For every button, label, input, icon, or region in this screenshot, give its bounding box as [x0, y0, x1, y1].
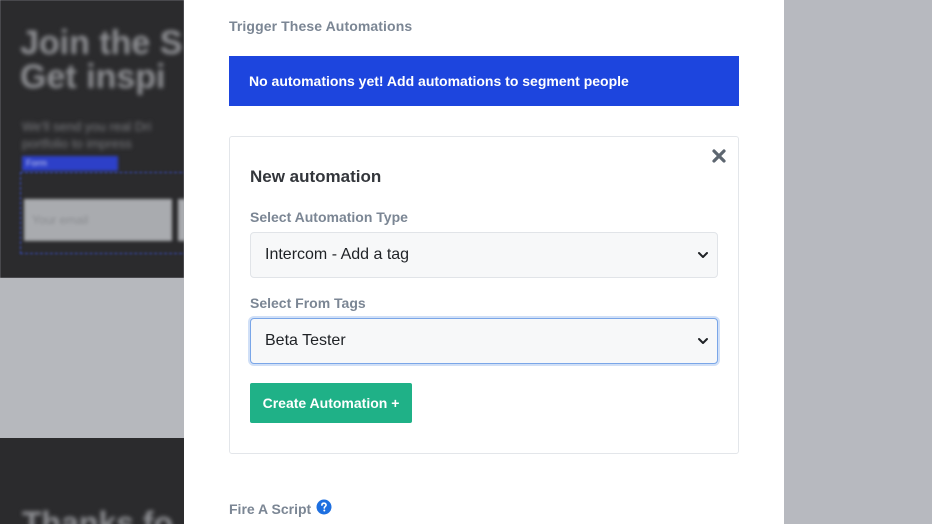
background-subtext: We'll send you real Dri portfolio to imp… — [22, 119, 152, 151]
tags-select[interactable]: Beta Tester — [250, 318, 718, 364]
background-form-toolbar: Form — [22, 156, 118, 171]
automation-type-value: Intercom - Add a tag — [265, 246, 410, 263]
automations-section-label: Trigger These Automations — [229, 18, 413, 34]
tags-value: Beta Tester — [265, 332, 346, 349]
new-automation-card: New automation Select Automation Type In… — [229, 136, 739, 454]
create-automation-button[interactable]: Create Automation + — [250, 383, 412, 423]
background-section — [0, 278, 184, 438]
tags-label: Select From Tags — [250, 295, 366, 311]
automation-type-select[interactable]: Intercom - Add a tag — [250, 232, 718, 278]
close-icon-glyph — [712, 149, 726, 163]
automation-type-label: Select Automation Type — [250, 209, 408, 225]
question-circle-icon[interactable] — [316, 499, 332, 515]
screen: Join the S Get inspi We'll send you real… — [0, 0, 932, 524]
chevron-down-icon — [698, 338, 708, 344]
chevron-down-icon — [698, 252, 708, 258]
background-email-input: Your email — [24, 199, 172, 241]
no-automations-alert: No automations yet! Add automations to s… — [229, 56, 739, 106]
question-circle-glyph — [316, 499, 332, 515]
background-thanks-headline: Thanks fo — [22, 505, 174, 524]
close-icon[interactable] — [710, 147, 728, 165]
automation-settings-panel: Trigger These Automations No automations… — [184, 0, 784, 524]
overlay-right — [784, 0, 932, 524]
background-headline: Join the S Get inspi — [20, 24, 183, 96]
fire-script-label: Fire A Script — [229, 501, 312, 517]
new-automation-title: New automation — [250, 167, 382, 186]
